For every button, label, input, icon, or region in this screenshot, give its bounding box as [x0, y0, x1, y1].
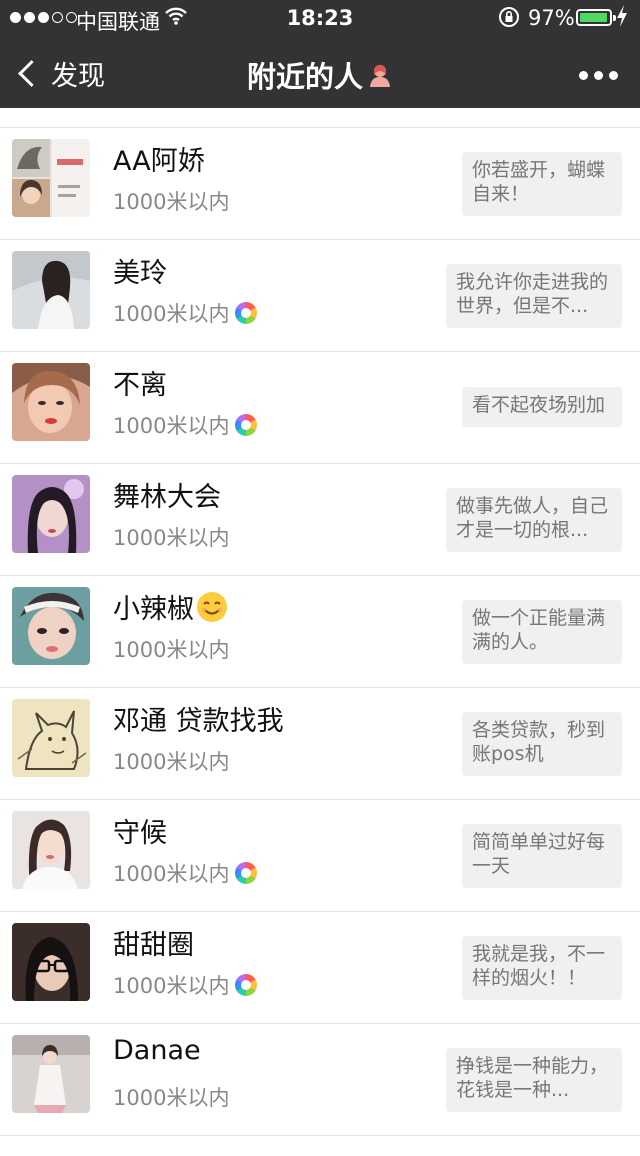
female-icon[interactable] — [367, 62, 393, 96]
distance-line: 1000米以内 — [113, 186, 229, 216]
page-title-wrap: 附近的人 — [0, 54, 640, 96]
nav-bar: 发现 附近的人 — [0, 36, 640, 108]
signature-bubble: 看不起夜场别加 — [462, 387, 622, 427]
distance-text: 1000米以内 — [113, 862, 230, 886]
signature-bubble: 挣钱是一种能力，花钱是一种... — [446, 1048, 622, 1112]
list-item[interactable]: 舞林大会 1000米以内 做事先做人，自己才是一切的根... — [0, 463, 640, 575]
distance-line: 1000米以内 — [113, 298, 258, 328]
distance-text: 1000米以内 — [113, 526, 230, 550]
distance-text: 1000米以内 — [113, 414, 230, 438]
distance-text: 1000米以内 — [113, 1086, 230, 1110]
avatar — [12, 1035, 90, 1113]
avatar — [12, 811, 90, 889]
distance-line: 1000米以内 — [113, 522, 229, 552]
distance-line: 1000米以内 — [113, 410, 258, 440]
person-name: AA阿娇 — [113, 146, 205, 177]
distance-line: 1000米以内 — [113, 970, 258, 1000]
distance-line: 1000米以内 — [113, 858, 258, 888]
signature-bubble: 你若盛开，蝴蝶自来！ — [462, 152, 622, 216]
avatar — [12, 251, 90, 329]
list-item[interactable]: 守候 1000米以内 简简单单过好每一天 — [0, 799, 640, 911]
signature-bubble: 简简单单过好每一天 — [462, 824, 622, 888]
distance-line: 1000米以内 — [113, 1082, 229, 1112]
avatar — [12, 923, 90, 1001]
person-name: Danae — [113, 1035, 201, 1066]
list-item[interactable]: 邓通 贷款找我 1000米以内 各类贷款，秒到账pos机 — [0, 687, 640, 799]
avatar — [12, 475, 90, 553]
person-name: 甜甜圈 — [113, 930, 194, 961]
avatar — [12, 139, 90, 217]
person-name: 守候 — [113, 818, 167, 849]
person-name: 不离 — [113, 370, 167, 401]
signature-bubble: 做事先做人，自己才是一切的根... — [446, 488, 622, 552]
orientation-lock-icon — [498, 6, 520, 33]
signature-bubble: 我就是我，不一样的烟火！！ — [462, 936, 622, 1000]
more-icon — [579, 71, 588, 80]
battery-percent: 97% — [528, 6, 575, 30]
distance-text: 1000米以内 — [113, 974, 230, 998]
distance-text: 1000米以内 — [113, 750, 230, 774]
distance-text: 1000米以内 — [113, 638, 230, 662]
battery-icon — [576, 9, 616, 26]
signature-bubble: 我允许你走进我的世界，但是不... — [446, 264, 622, 328]
person-name: 舞林大会 — [113, 482, 221, 513]
person-name: 美玲 — [113, 258, 167, 289]
avatar — [12, 363, 90, 441]
moments-icon — [235, 414, 258, 436]
list-item[interactable]: 甜甜圈 1000米以内 我就是我，不一样的烟火！！ — [0, 911, 640, 1023]
list-item[interactable]: 美玲 1000米以内 我允许你走进我的世界，但是不... — [0, 239, 640, 351]
smile-emoji-icon — [196, 591, 228, 630]
distance-text: 1000米以内 — [113, 302, 230, 326]
signature-bubble: 各类贷款，秒到账pos机 — [462, 712, 622, 776]
moments-icon — [235, 974, 258, 996]
avatar — [12, 587, 90, 665]
list-item[interactable]: Danae 1000米以内 挣钱是一种能力，花钱是一种... — [0, 1023, 640, 1135]
avatar — [12, 699, 90, 777]
distance-line: 1000米以内 — [113, 746, 229, 776]
list-item[interactable]: AA阿娇 1000米以内 你若盛开，蝴蝶自来！ — [0, 127, 640, 239]
charging-bolt-icon — [616, 5, 628, 32]
moments-icon — [235, 302, 258, 324]
person-name: 邓通 贷款找我 — [113, 706, 284, 737]
distance-text: 1000米以内 — [113, 190, 230, 214]
people-list: AA阿娇 1000米以内 你若盛开，蝴蝶自来！ 美玲 1000米以内 我允许你走… — [0, 127, 640, 1156]
page-title: 附近的人 — [246, 60, 363, 94]
status-bar: 中国联通 18:23 97% — [0, 0, 640, 36]
list-item[interactable]: 小辣椒 1000米以内 做一个正能量满满的人。 — [0, 575, 640, 687]
person-name: 小辣椒 — [113, 587, 228, 630]
list-item[interactable]: 不离 1000米以内 看不起夜场别加 — [0, 351, 640, 463]
distance-line: 1000米以内 — [113, 634, 229, 664]
list-item[interactable] — [0, 1135, 640, 1156]
moments-icon — [235, 862, 258, 884]
more-button[interactable] — [579, 71, 618, 80]
signature-bubble: 做一个正能量满满的人。 — [462, 600, 622, 664]
